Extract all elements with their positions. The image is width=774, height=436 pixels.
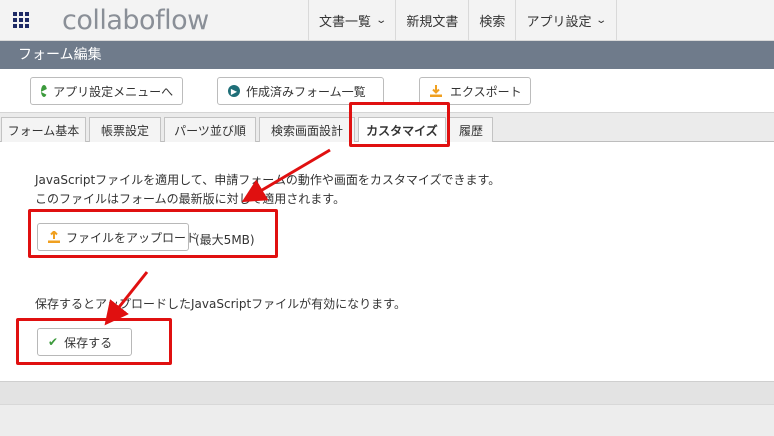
nav-search[interactable]: 検索 bbox=[468, 0, 515, 41]
nav-document-list-label: 文書一覧 bbox=[319, 15, 372, 30]
highlight-upload-area bbox=[28, 209, 278, 258]
tab-search-screen-design-label: 検索画面設計 bbox=[270, 123, 343, 138]
nav-new-document-label: 新規文書 bbox=[406, 15, 459, 30]
description-line-1: JavaScriptファイルを適用して、申請フォームの動作や画面をカスタマイズで… bbox=[35, 173, 501, 187]
footer-band bbox=[0, 382, 774, 404]
tab-history[interactable]: 履歴 bbox=[449, 117, 493, 142]
highlight-save-button bbox=[16, 318, 172, 365]
tab-report-settings[interactable]: 帳票設定 bbox=[89, 117, 161, 142]
arrow-left-circle-icon: ◀ bbox=[41, 85, 48, 97]
main-nav: 文書一覧 ⌄ 新規文書 検索 アプリ設定 ⌄ bbox=[308, 0, 617, 41]
tab-form-basic-label: フォーム基本 bbox=[7, 123, 80, 138]
tab-search-screen-design[interactable]: 検索画面設計 bbox=[259, 117, 355, 142]
save-note: 保存するとアップロードしたJavaScriptファイルが有効になります。 bbox=[35, 297, 406, 311]
footer-area bbox=[0, 404, 774, 436]
tab-parts-order-label: パーツ並び順 bbox=[174, 123, 246, 138]
apps-grid-icon[interactable] bbox=[13, 12, 31, 28]
app-logo[interactable]: collaboflow bbox=[62, 3, 209, 39]
description-line-2: このファイルはフォームの最新版に対して適用されます。 bbox=[35, 192, 346, 206]
tab-form-basic[interactable]: フォーム基本 bbox=[1, 117, 86, 142]
arrow-right-circle-icon: ▶ bbox=[228, 85, 240, 97]
nav-document-list[interactable]: 文書一覧 ⌄ bbox=[308, 0, 395, 41]
chevron-down-icon: ⌄ bbox=[375, 15, 388, 26]
nav-search-label: 検索 bbox=[479, 15, 506, 30]
nav-app-settings-label: アプリ設定 bbox=[526, 15, 592, 30]
chevron-down-icon: ⌄ bbox=[595, 15, 608, 26]
form-list-label: 作成済みフォーム一覧 bbox=[246, 84, 366, 99]
download-icon bbox=[430, 85, 442, 97]
app-settings-menu-label: アプリ設定メニューへ bbox=[53, 84, 174, 99]
export-button[interactable]: エクスポート bbox=[419, 77, 531, 105]
form-list-button[interactable]: ▶ 作成済みフォーム一覧 bbox=[217, 77, 384, 105]
nav-new-document[interactable]: 新規文書 bbox=[395, 0, 468, 41]
page-title: フォーム編集 bbox=[0, 41, 774, 69]
nav-app-settings[interactable]: アプリ設定 ⌄ bbox=[515, 0, 617, 41]
tab-report-settings-label: 帳票設定 bbox=[100, 123, 149, 138]
top-bar: collaboflow 文書一覧 ⌄ 新規文書 検索 アプリ設定 ⌄ bbox=[0, 0, 774, 41]
highlight-customize-tab bbox=[349, 102, 450, 147]
app-settings-menu-button[interactable]: ◀ アプリ設定メニューへ bbox=[30, 77, 183, 105]
tab-parts-order[interactable]: パーツ並び順 bbox=[164, 117, 256, 142]
tab-history-label: 履歴 bbox=[458, 123, 483, 138]
export-label: エクスポート bbox=[450, 84, 522, 99]
